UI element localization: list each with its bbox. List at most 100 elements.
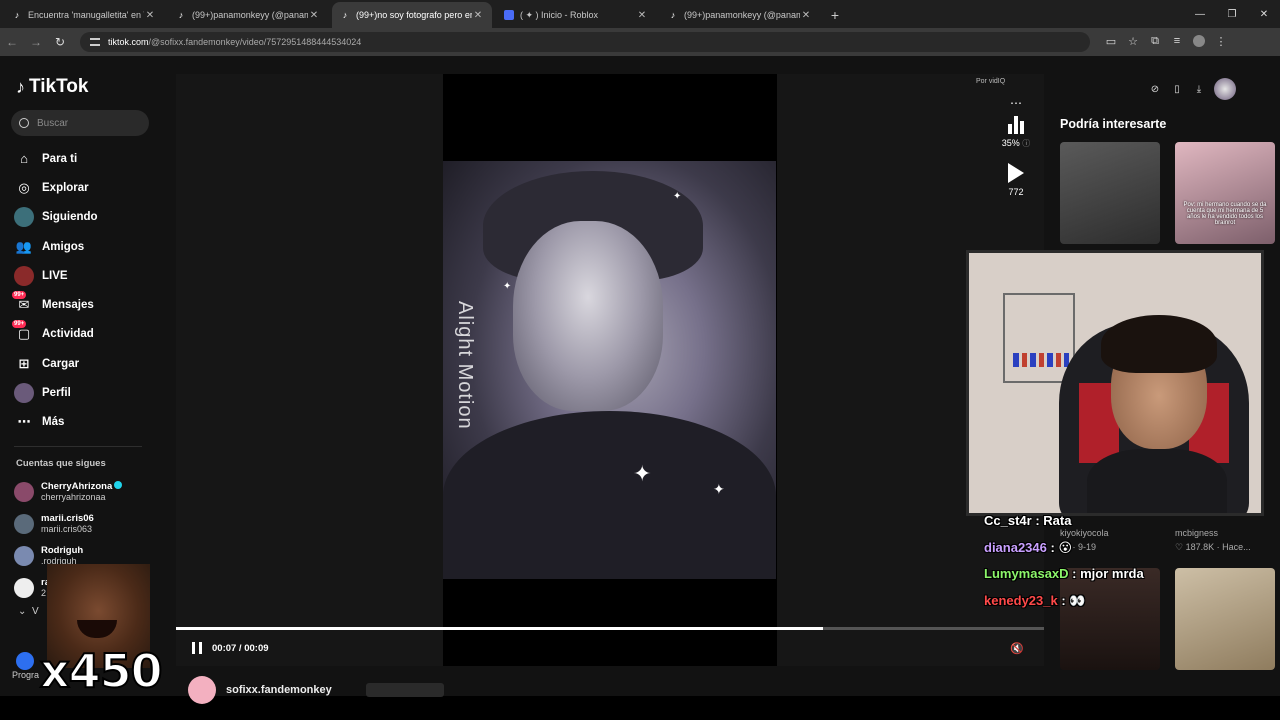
stream-chat-overlay: Cc_st4r : Rata diana2346 : 😮 LumymasaxD … — [984, 508, 1144, 614]
avatar — [14, 514, 34, 534]
tiktok-logo[interactable]: ♪ TikTok — [16, 76, 88, 98]
address-bar-row: ← → ↻ tiktok.com/@sofixx.fandemonkey/vid… — [0, 28, 1280, 56]
sidebar-item-label: Para ti — [42, 152, 78, 165]
account-name: marii.cris06 — [41, 513, 94, 524]
browser-tab[interactable]: ♪ Encuentra 'manugalletita' en Ti ✕ — [4, 2, 164, 28]
browser-tab-bar: ♪ Encuentra 'manugalletita' en Ti ✕ ♪ (9… — [0, 0, 1280, 28]
sidebar-item-mensajes[interactable]: ✉ 99+ Mensajes — [12, 290, 98, 319]
cast-icon[interactable]: ▭ — [1100, 35, 1122, 50]
recommended-video-thumbnail[interactable] — [1175, 568, 1275, 670]
browser-tab[interactable]: ♪ (99+)panamonkeyy (@panamo ✕ — [660, 2, 820, 28]
sparkle-icon: ✦ — [713, 481, 725, 497]
bookmark-star-icon[interactable]: ☆ — [1122, 35, 1144, 50]
profile-avatar[interactable] — [1188, 34, 1210, 50]
following-icon — [14, 207, 34, 228]
site-info-icon[interactable] — [90, 38, 100, 46]
chat-line: LumymasaxD : mjor mrda — [984, 561, 1144, 588]
tiktok-icon: ♪ — [178, 10, 184, 20]
sidebar-item-para-ti[interactable]: ⌂ Para ti — [14, 144, 98, 173]
following-account[interactable]: marii.cris06 marii.cris063 — [14, 508, 122, 540]
minimize-icon[interactable]: — — [1184, 0, 1216, 28]
device-icon[interactable]: ▯ — [1170, 84, 1184, 95]
chat-user: LumymasaxD — [984, 566, 1069, 581]
more-options-icon[interactable]: ⋯ — [996, 96, 1036, 110]
see-more-button[interactable]: ⌄ V — [18, 606, 39, 617]
extensions-icon[interactable]: ⧉ — [1144, 35, 1166, 50]
notification-badge: 99+ — [12, 291, 27, 300]
sidebar-item-actividad[interactable]: ▢ 99+ Actividad — [12, 320, 98, 349]
close-window-icon[interactable]: ✕ — [1248, 0, 1280, 28]
close-icon[interactable]: ✕ — [144, 10, 156, 21]
close-icon[interactable]: ✕ — [472, 10, 484, 21]
chat-user: kenedy23_k — [984, 592, 1058, 608]
author-name[interactable]: sofixx.fandemonkey — [226, 684, 332, 696]
close-icon[interactable]: ✕ — [800, 10, 812, 21]
tiktok-logo-icon: ♪ — [16, 76, 25, 97]
search-placeholder: Buscar — [37, 117, 69, 129]
recommended-stat: ♡ 187.8K — [1175, 542, 1215, 552]
following-account[interactable]: CherryAhrizona cherryahrizonaa — [14, 476, 123, 508]
vidiq-score-icon[interactable] — [996, 114, 1036, 134]
download-icon[interactable]: ⤓ — [1192, 84, 1206, 95]
sidebar-item-explorar[interactable]: ◎ Explorar — [14, 173, 98, 202]
recommended-video-thumbnail[interactable] — [1060, 142, 1160, 244]
sidebar-item-amigos[interactable]: 👥 Amigos — [14, 232, 98, 261]
url-host: tiktok.com — [108, 37, 149, 47]
friends-icon: 👥 — [15, 238, 33, 254]
mini-player-icon[interactable] — [16, 652, 34, 670]
avatar — [14, 546, 34, 566]
back-icon[interactable]: ← — [0, 35, 24, 49]
coins-icon[interactable]: ⊘ — [1148, 84, 1162, 95]
play-count: 772 — [1008, 187, 1024, 197]
vidiq-panel: ⋯ 35% ⓘ 772 — [996, 96, 1036, 197]
mute-icon[interactable]: 🔇 — [1010, 642, 1024, 655]
window-controls: — ❐ ✕ — [1184, 0, 1280, 28]
footer-text: Progra — [12, 670, 40, 680]
sidebar-item-siguiendo[interactable]: Siguiendo — [14, 203, 98, 232]
browser-tab-active[interactable]: ♪ (99+)no soy fotografo pero en ✕ — [332, 2, 492, 28]
url-field[interactable]: tiktok.com/@sofixx.fandemonkey/video/757… — [80, 32, 1090, 52]
sparkle-icon: ✦ — [633, 461, 652, 486]
pause-icon[interactable] — [192, 642, 202, 654]
menu-icon[interactable]: ⋮ — [1210, 35, 1232, 50]
close-icon[interactable]: ✕ — [636, 10, 648, 21]
browser-tab[interactable]: ♪ (99+)panamonkeyy (@panamo ✕ — [168, 2, 328, 28]
live-icon — [14, 265, 34, 286]
recommendations-title: Podría interesarte — [1060, 117, 1167, 131]
chat-line: kenedy23_k : 👀 — [984, 588, 1144, 615]
recommended-meta: ♡ 187.8K · Hace... — [1175, 542, 1251, 552]
author-avatar[interactable] — [188, 676, 216, 704]
sidebar-item-mas[interactable]: ⋯ Más — [14, 408, 98, 437]
browser-tab[interactable]: ( ✦ ) Inicio - Roblox ✕ — [496, 2, 656, 28]
logo-text: TikTok — [29, 76, 89, 97]
media-icon[interactable]: ≡ — [1166, 35, 1188, 50]
tiktok-icon: ♪ — [342, 10, 348, 20]
url-path: /@sofixx.fandemonkey/video/7572951488444… — [148, 37, 362, 47]
follow-button[interactable] — [365, 683, 444, 697]
close-icon[interactable]: ✕ — [308, 10, 320, 21]
activity-icon: ▢ 99+ — [12, 320, 31, 342]
video-player[interactable]: Alight Motion ✦ ✦ ✦ ✦ Por vidIQ ⋯ 35% ⓘ … — [176, 74, 1044, 704]
video-face-shape — [513, 221, 663, 411]
info-icon[interactable]: ⓘ — [1022, 139, 1030, 148]
restore-icon[interactable]: ❐ — [1216, 0, 1248, 28]
reload-icon[interactable]: ↻ — [48, 35, 72, 49]
tab-title: Encuentra 'manugalletita' en Ti — [28, 10, 144, 20]
sidebar-item-perfil[interactable]: Perfil — [14, 378, 98, 407]
forward-icon[interactable]: → — [24, 35, 48, 49]
video-progress-bar[interactable] — [176, 627, 1044, 630]
account-handle: cherryahrizonaa — [41, 492, 106, 502]
tab-title: (99+)panamonkeyy (@panamo — [684, 10, 800, 20]
sidebar-item-live[interactable]: LIVE — [14, 261, 98, 290]
tab-title: ( ✦ ) Inicio - Roblox — [520, 9, 599, 20]
chat-message: : 👀 — [1061, 592, 1086, 608]
see-more-label: V — [31, 606, 39, 617]
new-tab-button[interactable]: + — [824, 2, 846, 28]
sidebar-item-cargar[interactable]: ⊞ Cargar — [14, 349, 98, 378]
recommended-video-thumbnail[interactable]: Pov: mi hermano cuando se da cuenta que … — [1175, 142, 1275, 244]
user-avatar[interactable] — [1214, 78, 1236, 100]
sidebar-item-label: Siguiendo — [42, 211, 98, 224]
messages-icon: ✉ 99+ — [12, 291, 30, 313]
search-input[interactable]: Buscar — [11, 110, 149, 136]
video-frame[interactable]: Alight Motion ✦ ✦ ✦ ✦ — [443, 161, 776, 579]
